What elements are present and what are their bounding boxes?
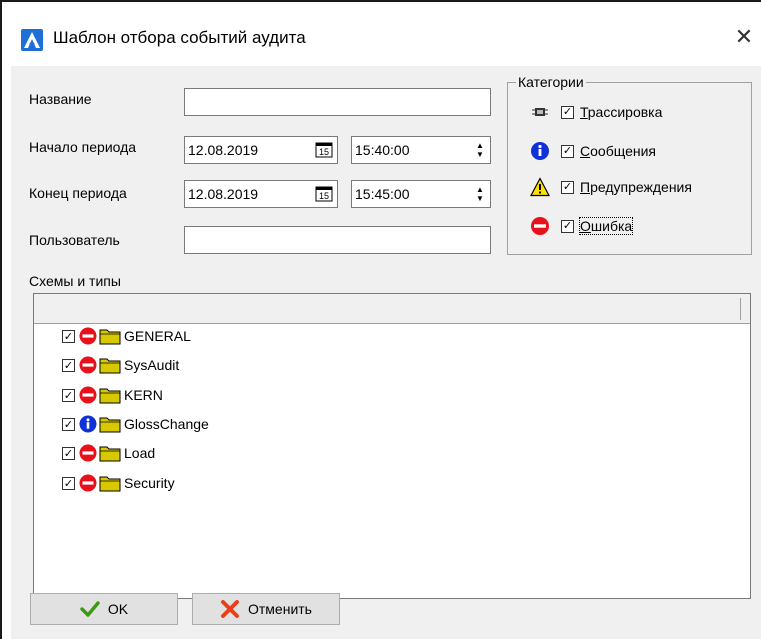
title-bar: Шаблон отбора событий аудита ✕	[11, 2, 761, 66]
tree-item-load[interactable]: ✓ Load	[62, 442, 155, 464]
tree-checkbox[interactable]: ✓	[62, 358, 75, 372]
end-time-field[interactable]: 15:45:00 ▲ ▼	[351, 180, 491, 208]
warning-icon	[529, 176, 551, 198]
start-time-value: 15:40:00	[355, 142, 410, 158]
user-input[interactable]	[184, 226, 491, 254]
folder-icon	[99, 388, 121, 404]
info-icon	[78, 414, 98, 434]
checkmark-icon	[80, 599, 100, 619]
svg-text:15: 15	[319, 191, 329, 201]
tree-item-label: GENERAL	[124, 328, 191, 344]
folder-icon	[99, 329, 121, 345]
category-messages-label: Сообщения	[580, 143, 656, 159]
error-icon	[78, 473, 98, 493]
tree-header	[34, 294, 750, 324]
tree-checkbox[interactable]: ✓	[62, 329, 75, 343]
tree-item-label: Security	[124, 475, 175, 491]
category-warnings[interactable]: ✓ Предупреждения	[529, 175, 692, 199]
tree-header-divider	[740, 298, 741, 320]
folder-icon	[99, 417, 121, 433]
folder-icon	[99, 358, 121, 374]
cross-icon	[220, 599, 240, 619]
folder-icon	[99, 446, 121, 462]
tree-checkbox[interactable]: ✓	[62, 446, 75, 460]
tree-item-label: Load	[124, 445, 156, 461]
folder-icon	[99, 476, 121, 492]
trace-chip-icon	[529, 101, 551, 123]
ok-button[interactable]: OK	[30, 593, 178, 625]
start-period-label: Начало периода	[29, 139, 137, 155]
name-label: Название	[29, 91, 92, 107]
start-time-field[interactable]: 15:40:00 ▲ ▼	[351, 136, 491, 164]
tree-item-label: GlossChange	[124, 416, 209, 432]
category-trace-checkbox[interactable]: ✓	[561, 105, 574, 119]
tree-item-sysaudit[interactable]: ✓ SysAudit	[62, 354, 179, 376]
window-title: Шаблон отбора событий аудита	[53, 28, 306, 47]
error-icon	[78, 326, 98, 346]
outer-border-left	[0, 0, 2, 639]
app-logo-icon	[21, 29, 43, 51]
name-input[interactable]	[184, 88, 491, 116]
tree-item-label: SysAudit	[124, 357, 180, 373]
tree-item-security[interactable]: ✓ Security	[62, 472, 175, 494]
schemes-tree[interactable]: ✓ GENERAL ✓ SysAudit ✓ KERN ✓ GlossChang…	[33, 293, 751, 599]
category-trace-label: Трассировка	[580, 104, 663, 120]
category-errors-checkbox[interactable]: ✓	[561, 219, 574, 233]
tree-item-general[interactable]: ✓ GENERAL	[62, 325, 191, 347]
end-date-field[interactable]: 12.08.2019 15	[184, 180, 338, 208]
category-warnings-label: Предупреждения	[580, 179, 692, 195]
tree-item-kern[interactable]: ✓ KERN	[62, 384, 163, 406]
tree-checkbox[interactable]: ✓	[62, 417, 75, 431]
calendar-icon[interactable]: 15	[314, 185, 334, 203]
start-date-value: 12.08.2019	[188, 142, 259, 158]
category-errors[interactable]: ✓ Ошибка	[529, 214, 634, 238]
spin-arrows-icon[interactable]: ▲ ▼	[473, 181, 487, 207]
close-icon[interactable]: ✕	[729, 22, 759, 52]
user-label: Пользователь	[29, 232, 120, 248]
schemes-label: Схемы и типы	[29, 273, 121, 289]
tree-checkbox[interactable]: ✓	[62, 476, 75, 490]
end-time-value: 15:45:00	[355, 186, 410, 202]
start-date-field[interactable]: 12.08.2019 15	[184, 136, 338, 164]
calendar-icon[interactable]: 15	[314, 141, 334, 159]
error-icon	[78, 443, 98, 463]
cancel-button[interactable]: Отменить	[192, 593, 340, 625]
cancel-button-label: Отменить	[248, 601, 312, 617]
tree-item-label: KERN	[124, 387, 163, 403]
tree-item-glosschange[interactable]: ✓ GlossChange	[62, 413, 209, 435]
error-icon	[78, 385, 98, 405]
info-icon	[529, 140, 551, 162]
end-period-label: Конец периода	[29, 185, 127, 201]
category-messages[interactable]: ✓ Сообщения	[529, 139, 656, 163]
tree-checkbox[interactable]: ✓	[62, 388, 75, 402]
category-errors-label: Ошибка	[578, 217, 634, 235]
dialog-window: Шаблон отбора событий аудита ✕ Название …	[11, 2, 761, 639]
error-icon	[78, 355, 98, 375]
categories-legend: Категории	[516, 74, 586, 90]
svg-text:15: 15	[319, 147, 329, 157]
error-icon	[529, 215, 551, 237]
spin-arrows-icon[interactable]: ▲ ▼	[473, 137, 487, 163]
end-date-value: 12.08.2019	[188, 186, 259, 202]
category-messages-checkbox[interactable]: ✓	[561, 144, 574, 158]
category-warnings-checkbox[interactable]: ✓	[561, 180, 574, 194]
category-trace[interactable]: ✓ Трассировка	[529, 100, 662, 124]
ok-button-label: OK	[107, 601, 129, 617]
